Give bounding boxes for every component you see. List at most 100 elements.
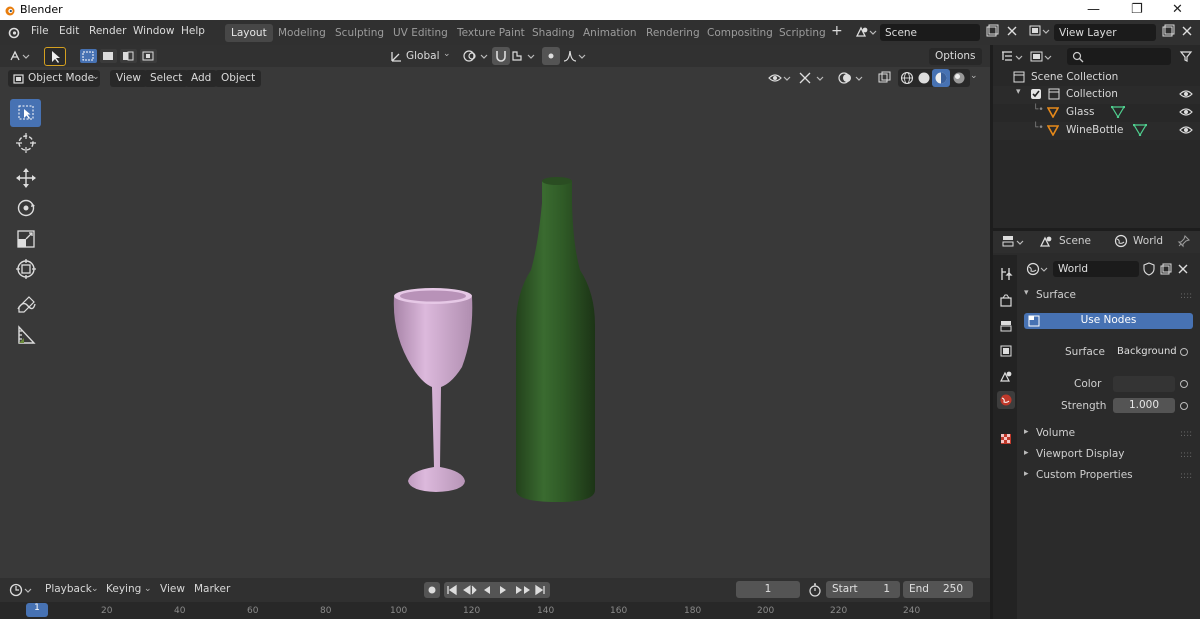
tab-shading[interactable]: Shading xyxy=(526,24,581,42)
cursor-tool[interactable] xyxy=(10,129,41,157)
render-tab-icon[interactable] xyxy=(997,292,1015,310)
output-tab-icon[interactable] xyxy=(997,317,1015,335)
tab-compositing[interactable]: Compositing xyxy=(701,24,779,42)
menu-select[interactable]: Select xyxy=(144,70,189,87)
rendered-shading-icon[interactable] xyxy=(952,71,966,85)
annotate-tool[interactable] xyxy=(10,291,41,319)
chevron-down-icon[interactable]: ⌄ xyxy=(91,584,99,594)
tab-texture-paint[interactable]: Texture Paint xyxy=(451,24,531,42)
tab-modeling[interactable]: Modeling xyxy=(272,24,332,42)
scene-icon[interactable] xyxy=(855,25,877,39)
breadcrumb-world[interactable]: World xyxy=(1133,235,1163,247)
gizmo-icon[interactable] xyxy=(797,70,829,86)
snap-target-icon[interactable] xyxy=(511,48,539,64)
menu-window[interactable]: Window xyxy=(133,25,174,37)
panel-viewport-display-header[interactable]: Viewport Display xyxy=(1036,448,1124,460)
outliner-row-winebottle[interactable]: └• WineBottle xyxy=(993,122,1200,140)
menu-playback[interactable]: Playback xyxy=(45,583,92,595)
world-browse-icon[interactable] xyxy=(1026,262,1050,276)
world-tab-icon[interactable] xyxy=(997,391,1015,409)
drag-handle-icon[interactable]: :::: xyxy=(1180,450,1192,460)
view-layer-icon[interactable] xyxy=(1028,24,1052,38)
solid-shading-icon[interactable] xyxy=(917,71,931,85)
wine-glass[interactable] xyxy=(393,288,473,492)
panel-volume-header[interactable]: Volume xyxy=(1036,427,1075,439)
fake-user-icon[interactable] xyxy=(1142,262,1156,276)
eye-icon[interactable] xyxy=(1179,106,1193,118)
scene-selector[interactable]: Scene xyxy=(880,24,980,41)
wireframe-shading-icon[interactable] xyxy=(900,71,914,85)
select-mode-icons[interactable] xyxy=(78,48,162,64)
chevron-down-icon[interactable]: ⌄ xyxy=(443,49,451,59)
tab-uv-editing[interactable]: UV Editing xyxy=(387,24,454,42)
overlays-icon[interactable] xyxy=(837,70,867,86)
area-divider[interactable] xyxy=(990,578,993,619)
playback-controls[interactable] xyxy=(444,582,550,598)
chevron-down-icon[interactable]: ⌄ xyxy=(144,584,152,594)
new-view-layer-icon[interactable] xyxy=(1161,24,1175,38)
display-mode-icon[interactable] xyxy=(1029,49,1055,65)
view-layer-tab-icon[interactable] xyxy=(997,342,1015,360)
material-preview-shading-icon[interactable] xyxy=(932,69,950,87)
tool-tab-icon[interactable] xyxy=(997,265,1015,283)
socket-icon[interactable] xyxy=(1180,380,1188,388)
active-tool-icon[interactable] xyxy=(44,47,66,66)
current-frame-field[interactable]: 1 xyxy=(736,581,800,598)
visibility-icon[interactable] xyxy=(767,70,793,86)
playhead[interactable]: 1 xyxy=(26,603,48,617)
mesh-data-icon[interactable] xyxy=(1111,106,1125,118)
eye-icon[interactable] xyxy=(1179,124,1193,136)
menu-view[interactable]: View xyxy=(160,583,185,595)
rotate-tool[interactable] xyxy=(10,194,41,222)
panel-surface-header[interactable]: Surface xyxy=(1036,289,1076,301)
end-frame-field[interactable]: End 250 xyxy=(903,581,973,598)
eye-icon[interactable] xyxy=(1179,88,1193,100)
maximize-icon[interactable]: ❐ xyxy=(1131,2,1143,17)
pivot-point-icon[interactable] xyxy=(462,48,492,64)
world-name-field[interactable]: World xyxy=(1053,261,1139,277)
editor-type-icon[interactable] xyxy=(8,48,34,64)
menu-edit[interactable]: Edit xyxy=(59,25,79,37)
menu-marker[interactable]: Marker xyxy=(194,583,230,595)
filter-icon[interactable] xyxy=(1179,49,1193,63)
breadcrumb-scene[interactable]: Scene xyxy=(1059,235,1091,247)
chevron-down-icon[interactable]: ⌄ xyxy=(92,72,100,82)
tab-sculpting[interactable]: Sculpting xyxy=(329,24,390,42)
properties-editor-icon[interactable] xyxy=(1001,234,1027,250)
transform-tool[interactable] xyxy=(10,255,41,283)
move-tool[interactable] xyxy=(10,164,41,192)
outliner-row-scene-collection[interactable]: Scene Collection xyxy=(993,69,1200,87)
timeline-editor-icon[interactable] xyxy=(9,582,35,598)
outliner-editor-icon[interactable] xyxy=(1000,49,1026,65)
stopwatch-icon[interactable] xyxy=(808,583,822,597)
menu-render[interactable]: Render xyxy=(89,25,126,37)
scene-tab-icon[interactable] xyxy=(997,367,1015,385)
unlink-world-icon[interactable] xyxy=(1177,262,1189,276)
socket-icon[interactable] xyxy=(1180,348,1188,356)
select-box-tool[interactable] xyxy=(10,99,41,127)
snap-toggle-icon[interactable] xyxy=(492,47,510,65)
menu-keying[interactable]: Keying xyxy=(106,583,141,595)
proportional-edit-icon[interactable] xyxy=(542,47,560,65)
surface-shader-field[interactable]: Background xyxy=(1113,344,1177,360)
panel-collapse-arrow-icon[interactable]: ▸ xyxy=(1024,469,1029,479)
pin-icon[interactable] xyxy=(1177,234,1191,248)
remove-view-layer-icon[interactable] xyxy=(1181,24,1193,38)
menu-object[interactable]: Object xyxy=(215,70,262,87)
close-icon[interactable]: ✕ xyxy=(1172,2,1183,17)
menu-add[interactable]: Add xyxy=(185,70,218,87)
wine-bottle[interactable] xyxy=(516,177,595,502)
strength-field[interactable]: 1.000 xyxy=(1113,398,1175,413)
menu-view[interactable]: View xyxy=(110,70,147,87)
expand-arrow-icon[interactable]: ▾ xyxy=(1016,87,1021,97)
mesh-data-icon[interactable] xyxy=(1133,124,1147,136)
xray-icon[interactable] xyxy=(877,70,893,86)
outliner-row-collection[interactable]: ▾ Collection xyxy=(993,86,1200,104)
start-frame-field[interactable]: Start 1 xyxy=(826,581,900,598)
new-scene-icon[interactable] xyxy=(985,24,999,38)
tab-rendering[interactable]: Rendering xyxy=(640,24,706,42)
options-dropdown[interactable]: Options xyxy=(929,48,982,65)
falloff-icon[interactable] xyxy=(562,48,590,64)
panel-collapse-arrow-icon[interactable]: ▸ xyxy=(1024,448,1029,458)
minimize-icon[interactable]: — xyxy=(1087,2,1100,17)
